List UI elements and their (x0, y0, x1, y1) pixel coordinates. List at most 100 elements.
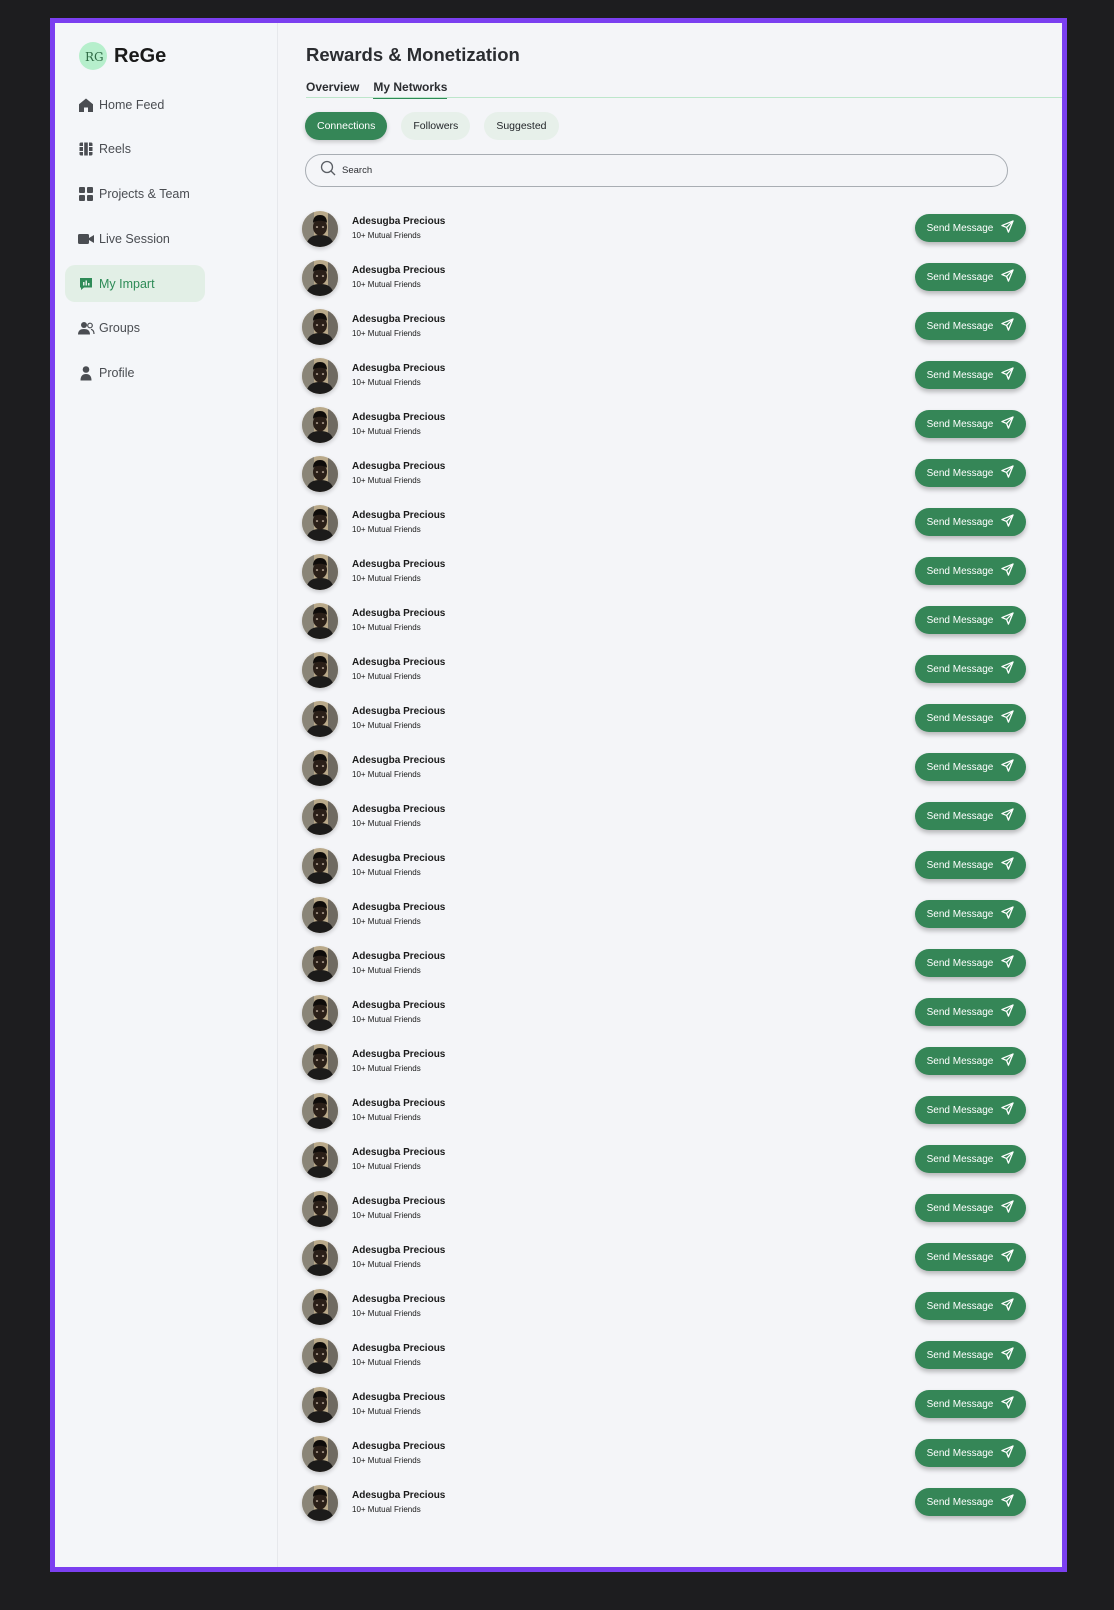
send-message-button[interactable]: Send Message (915, 312, 1026, 340)
send-message-button[interactable]: Send Message (915, 1194, 1026, 1222)
person-name[interactable]: Adesugba Precious (352, 1392, 445, 1403)
person-name[interactable]: Adesugba Precious (352, 1343, 445, 1354)
avatar[interactable] (302, 799, 338, 835)
send-message-button[interactable]: Send Message (915, 606, 1026, 634)
send-message-button[interactable]: Send Message (915, 1096, 1026, 1124)
person-name[interactable]: Adesugba Precious (352, 1196, 445, 1207)
sidebar-item-projects-team[interactable]: Projects & Team (65, 176, 205, 213)
person-name[interactable]: Adesugba Precious (352, 706, 445, 717)
person-name[interactable]: Adesugba Precious (352, 1245, 445, 1256)
filter-connections-button[interactable]: Connections (305, 112, 388, 140)
avatar[interactable] (302, 1289, 338, 1325)
send-message-button[interactable]: Send Message (915, 1439, 1026, 1467)
sidebar-item-home-feed[interactable]: Home Feed (65, 86, 205, 123)
person-name[interactable]: Adesugba Precious (352, 853, 445, 864)
person-name[interactable]: Adesugba Precious (352, 412, 445, 423)
mutual-friends-count: 10+ Mutual Friends (352, 280, 421, 289)
person-name[interactable]: Adesugba Precious (352, 363, 445, 374)
avatar[interactable] (302, 407, 338, 443)
avatar[interactable] (302, 652, 338, 688)
person-name[interactable]: Adesugba Precious (352, 1147, 445, 1158)
person-name[interactable]: Adesugba Precious (352, 559, 445, 570)
app-logo[interactable]: RG ReGe (79, 42, 166, 70)
sidebar-item-live-session[interactable]: Live Session (65, 220, 205, 257)
avatar[interactable] (302, 358, 338, 394)
send-message-button[interactable]: Send Message (915, 900, 1026, 928)
person-name[interactable]: Adesugba Precious (352, 314, 445, 325)
avatar[interactable] (302, 848, 338, 884)
avatar[interactable] (302, 1436, 338, 1472)
send-message-button[interactable]: Send Message (915, 1390, 1026, 1418)
person-name[interactable]: Adesugba Precious (352, 902, 445, 913)
avatar[interactable] (302, 750, 338, 786)
send-message-button[interactable]: Send Message (915, 1243, 1026, 1271)
search-bar[interactable] (305, 154, 1008, 187)
send-message-button[interactable]: Send Message (915, 361, 1026, 389)
send-message-button[interactable]: Send Message (915, 949, 1026, 977)
send-message-button[interactable]: Send Message (915, 753, 1026, 781)
send-message-button[interactable]: Send Message (915, 508, 1026, 536)
person-name[interactable]: Adesugba Precious (352, 510, 445, 521)
avatar[interactable] (302, 897, 338, 933)
avatar[interactable] (302, 1485, 338, 1521)
person-name[interactable]: Adesugba Precious (352, 1441, 445, 1452)
person-name[interactable]: Adesugba Precious (352, 1490, 445, 1501)
sidebar-item-reels[interactable]: Reels (65, 131, 205, 168)
filter-suggested-button[interactable]: Suggested (484, 112, 559, 140)
avatar[interactable] (302, 603, 338, 639)
avatar[interactable] (302, 211, 338, 247)
send-message-button[interactable]: Send Message (915, 998, 1026, 1026)
send-message-button[interactable]: Send Message (915, 410, 1026, 438)
send-message-button[interactable]: Send Message (915, 1292, 1026, 1320)
avatar[interactable] (302, 1191, 338, 1227)
person-name[interactable]: Adesugba Precious (352, 1000, 445, 1011)
person-name[interactable]: Adesugba Precious (352, 951, 445, 962)
send-message-button[interactable]: Send Message (915, 459, 1026, 487)
avatar[interactable] (302, 1044, 338, 1080)
send-message-button[interactable]: Send Message (915, 1047, 1026, 1075)
send-message-button[interactable]: Send Message (915, 1145, 1026, 1173)
person-name[interactable]: Adesugba Precious (352, 1294, 445, 1305)
person-name[interactable]: Adesugba Precious (352, 461, 445, 472)
mutual-friends-count: 10+ Mutual Friends (352, 1456, 421, 1465)
avatar[interactable] (302, 505, 338, 541)
send-message-button[interactable]: Send Message (915, 214, 1026, 242)
send-message-button[interactable]: Send Message (915, 704, 1026, 732)
avatar[interactable] (302, 1142, 338, 1178)
sidebar-item-profile[interactable]: Profile (65, 355, 205, 392)
avatar[interactable] (302, 1240, 338, 1276)
send-message-button[interactable]: Send Message (915, 802, 1026, 830)
avatar[interactable] (302, 309, 338, 345)
avatar[interactable] (302, 1338, 338, 1374)
avatar[interactable] (302, 701, 338, 737)
person-name[interactable]: Adesugba Precious (352, 265, 445, 276)
person-name[interactable]: Adesugba Precious (352, 657, 445, 668)
send-message-button[interactable]: Send Message (915, 851, 1026, 879)
send-message-button[interactable]: Send Message (915, 263, 1026, 291)
avatar[interactable] (302, 995, 338, 1031)
main-content: Rewards & Monetization Overview My Netwo… (278, 23, 1062, 1567)
search-input[interactable] (342, 165, 942, 176)
avatar[interactable] (302, 1093, 338, 1129)
avatar[interactable] (302, 1387, 338, 1423)
send-message-button[interactable]: Send Message (915, 1341, 1026, 1369)
send-message-button[interactable]: Send Message (915, 1488, 1026, 1516)
person-name[interactable]: Adesugba Precious (352, 1049, 445, 1060)
person-name[interactable]: Adesugba Precious (352, 608, 445, 619)
app-name: ReGe (114, 44, 167, 67)
filter-followers-button[interactable]: Followers (401, 112, 471, 140)
person-name[interactable]: Adesugba Precious (352, 1098, 445, 1109)
avatar[interactable] (302, 260, 338, 296)
send-icon (1001, 1347, 1015, 1363)
send-message-button[interactable]: Send Message (915, 557, 1026, 585)
avatar[interactable] (302, 456, 338, 492)
person-name[interactable]: Adesugba Precious (352, 755, 445, 766)
send-message-button[interactable]: Send Message (915, 655, 1026, 683)
avatar[interactable] (302, 946, 338, 982)
users-icon (77, 319, 95, 337)
person-name[interactable]: Adesugba Precious (352, 216, 445, 227)
sidebar-item-groups[interactable]: Groups (65, 310, 205, 347)
avatar[interactable] (302, 554, 338, 590)
sidebar-item-my-impart[interactable]: My Impart (65, 265, 205, 303)
person-name[interactable]: Adesugba Precious (352, 804, 445, 815)
